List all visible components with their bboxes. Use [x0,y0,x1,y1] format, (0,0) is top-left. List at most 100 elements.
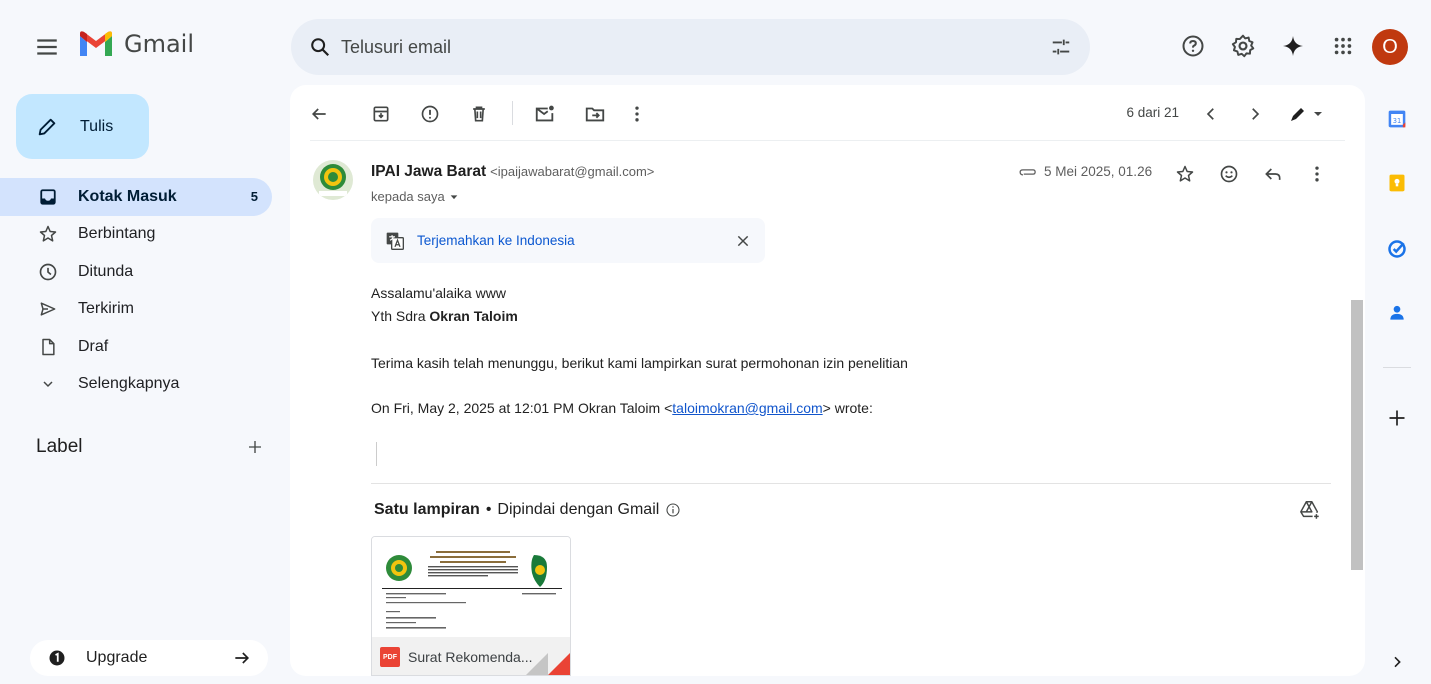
sidebar-item-more[interactable]: Selengkapnya [0,366,272,404]
add-to-drive-icon[interactable] [1299,499,1321,521]
sidebar-item-starred[interactable]: Berbintang [0,216,272,254]
sender-avatar[interactable] [313,160,353,200]
page-fold-corner [548,653,570,675]
app-name: Gmail [124,30,195,58]
inbox-icon [38,187,58,207]
compose-button[interactable]: Tulis [16,94,149,159]
report-spam-icon[interactable] [419,103,441,125]
star-icon [38,224,58,244]
close-icon[interactable] [735,233,751,249]
page-fold-shadow [526,653,548,675]
toolbar-divider-line [310,140,1345,141]
settings-icon[interactable] [1230,33,1256,59]
attachment-card[interactable]: PDF Surat Rekomenda... [371,536,571,676]
reply-icon[interactable] [1262,163,1284,185]
pdf-icon: PDF [380,647,400,667]
info-icon[interactable] [665,502,681,518]
sidebar-item-drafts[interactable]: Draf [0,328,272,366]
account-avatar[interactable]: O [1372,29,1408,65]
quoted-email-link[interactable]: taloimokran@gmail.com [672,400,822,416]
more-actions-icon[interactable] [626,103,648,125]
message-panel: 6 dari 21 IPAI Jawa Barat <ipaijawabarat@… [290,85,1365,676]
help-icon[interactable] [1180,33,1206,59]
quote-header: On Fri, May 2, 2025 at 12:01 PM Okran Ta… [371,400,873,416]
scrollbar-thumb[interactable] [1351,300,1363,570]
main-menu-button[interactable] [34,34,60,60]
sidebar-item-snoozed[interactable]: Ditunda [0,253,272,291]
archive-icon[interactable] [370,103,392,125]
separator-dot: • [485,501,492,518]
sidebar-nav: Kotak Masuk 5 Berbintang Ditunda Terkiri… [0,178,272,403]
sidebar-item-label: Berbintang [78,225,156,243]
quoted-text-bar [376,442,377,466]
translate-link[interactable]: Terjemahkan ke Indonesia [417,233,735,248]
message-more-icon[interactable] [1306,163,1328,185]
pencil-icon [38,118,56,135]
sidebar-item-label: Ditunda [78,262,134,280]
search-icon[interactable] [309,36,331,58]
attachments-header: Satu lampiran • Dipindai dengan Gmail [374,501,681,519]
star-icon[interactable] [1174,163,1196,185]
caret-down-icon [450,194,458,199]
message-date: 5 Mei 2025, 01.26 [1044,164,1153,179]
draft-icon [38,337,58,357]
emoji-react-icon[interactable] [1218,163,1240,185]
pagination-text: 6 dari 21 [1126,105,1179,120]
sidebar-item-label: Selengkapnya [78,375,180,393]
mark-unread-icon[interactable] [534,103,556,125]
tasks-icon[interactable] [1386,238,1408,260]
search-bar[interactable] [291,19,1090,75]
quote-prefix: On Fri, May 2, 2025 at 12:01 PM Okran Ta… [371,400,673,416]
add-addon-icon[interactable] [1386,407,1408,429]
search-input[interactable] [341,36,1050,58]
sender-email: <ipaijawabarat@gmail.com> [490,164,655,179]
chevron-down-icon [38,374,58,394]
addressee-prefix: Yth Sdra [371,308,430,324]
addressee-name: Okran Taloim [429,308,518,324]
delete-icon[interactable] [468,103,490,125]
toolbar-divider [512,101,513,125]
body-main-text: Terima kasih telah menunggu, berikut kam… [371,355,908,371]
apps-grid-icon[interactable] [1330,33,1356,59]
labels-heading: Label [36,436,83,457]
expand-panel-icon[interactable] [1386,651,1408,673]
attachment-preview [372,537,570,637]
add-label-icon[interactable] [246,438,264,456]
body-greeting: Assalamu'alaika www [371,285,506,301]
attachment-clip-icon [1019,168,1036,175]
back-icon[interactable] [308,103,330,125]
upgrade-button[interactable]: Upgrade [30,640,268,676]
gmail-logo[interactable]: Gmail [78,30,194,58]
search-options-icon[interactable] [1050,36,1072,58]
prev-page-icon[interactable] [1200,103,1222,125]
svg-text:31: 31 [1393,117,1401,125]
body-addressee: Yth Sdra Okran Taloim [371,308,518,324]
contacts-icon[interactable] [1386,302,1408,324]
sidebar-item-sent[interactable]: Terkirim [0,291,272,329]
sidebar-item-label: Terkirim [78,300,134,318]
sender-info: IPAI Jawa Barat <ipaijawabarat@gmail.com> [371,163,654,181]
unread-count: 5 [250,189,258,205]
rail-divider [1383,367,1411,368]
attachment-filename: Surat Rekomenda... [408,649,533,665]
scan-note: Dipindai dengan Gmail [497,501,660,518]
move-to-icon[interactable] [584,103,606,125]
upgrade-label: Upgrade [86,649,148,666]
calendar-icon[interactable]: 31 [1386,108,1408,130]
quote-suffix: > wrote: [822,400,873,416]
sender-name[interactable]: IPAI Jawa Barat [371,163,486,180]
recipient-details[interactable]: kepada saya [371,189,459,204]
gemini-icon[interactable] [1280,33,1306,59]
upgrade-badge-icon [49,650,65,666]
recipient-label: kepada saya [371,189,445,204]
attachment-divider [371,483,1331,484]
message-toolbar: 6 dari 21 [290,85,1365,141]
compose-label: Tulis [80,117,114,135]
next-page-icon[interactable] [1244,103,1266,125]
keep-icon[interactable] [1386,172,1408,194]
clock-icon [38,262,58,282]
send-icon [38,299,58,319]
input-tools-icon[interactable] [1286,103,1326,125]
message-meta: 5 Mei 2025, 01.26 [1018,164,1152,179]
sidebar-item-inbox[interactable]: Kotak Masuk 5 [0,178,272,216]
